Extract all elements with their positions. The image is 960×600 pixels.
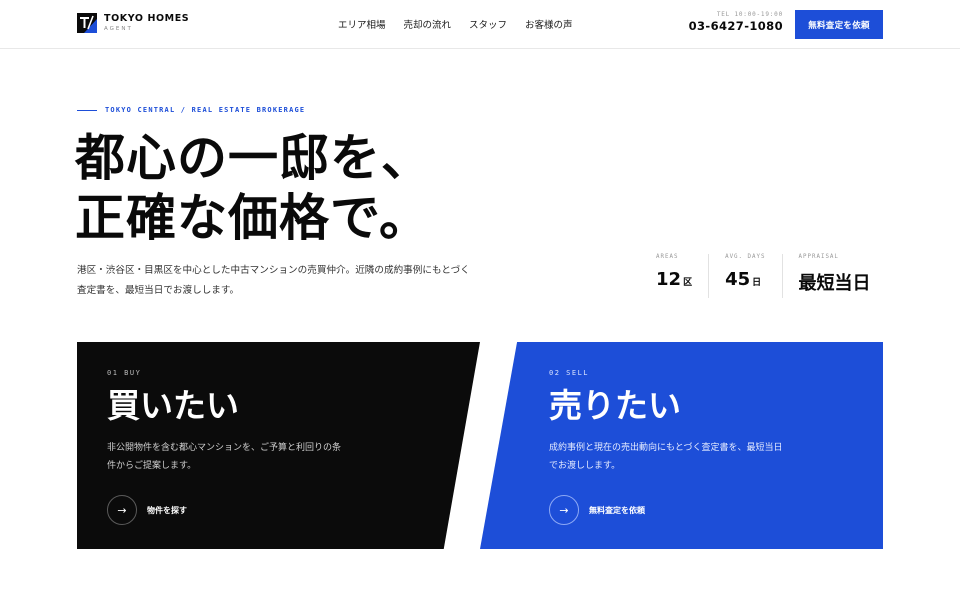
brand-sub: AGENT	[104, 25, 133, 32]
card-title: 買いたい	[107, 386, 239, 425]
nav-item-testimonials[interactable]: お客様の声	[525, 17, 573, 31]
stat-label: APPRAISAL	[798, 254, 839, 260]
hero-title: 都心の一邸を、 正確な価格で。	[75, 128, 432, 248]
tel-hours: TEL 10:00-19:00	[716, 11, 783, 18]
card-title: 売りたい	[549, 386, 681, 425]
stat-appraisal: APPRAISAL 最短当日	[781, 254, 887, 298]
service-cards: 01 BUY 買いたい 非公開物件を含む都心マンションを、ご予算と利回りの条件か…	[77, 342, 883, 549]
stat-areas: AREAS 12 区	[640, 254, 708, 298]
tel-number[interactable]: 03-6427-1080	[689, 20, 783, 33]
card-number: 01 BUY	[107, 369, 142, 377]
stat-value: 45 日	[725, 269, 762, 290]
card-description: 成約事例と現在の売出動向にもとづく査定書を、最短当日でお渡しします。	[549, 443, 783, 471]
eyebrow-line	[77, 109, 97, 111]
buy-card[interactable]: 01 BUY 買いたい 非公開物件を含む都心マンションを、ご予算と利回りの条件か…	[77, 342, 480, 549]
stat-label: AREAS	[656, 254, 679, 260]
hero-title-line-1: 都心の一邸を、	[75, 129, 432, 187]
arrow-right-icon[interactable]: →	[549, 495, 579, 525]
stat-value: 最短当日	[798, 273, 871, 294]
hero-description: 港区・渋谷区・目黒区を中心とした中古マンションの売買仲介。近隣の成約事例にもとづ…	[77, 265, 470, 296]
stat-unit: 日	[752, 278, 762, 288]
main-nav: エリア相場 売却の流れ スタッフ お客様の声	[338, 17, 573, 31]
hero-title-line-2: 正確な価格で。	[75, 189, 430, 247]
nav-item-sale-flow[interactable]: 売却の流れ	[404, 17, 452, 31]
site-header: TOKYO HOMES AGENT エリア相場 売却の流れ スタッフ お客様の声…	[0, 0, 960, 49]
tel-block: TEL 10:00-19:00 03-6427-1080	[689, 12, 783, 33]
logo[interactable]: TOKYO HOMES AGENT	[77, 13, 189, 33]
nav-item-area-prices[interactable]: エリア相場	[338, 17, 386, 31]
eyebrow-text: TOKYO CENTRAL / REAL ESTATE BROKERAGE	[105, 106, 306, 114]
card-description: 非公開物件を含む都心マンションを、ご予算と利回りの条件からご提案します。	[107, 443, 342, 471]
stat-avg-days: AVG. DAYS 45 日	[708, 254, 781, 298]
brand-name: TOKYO HOMES	[104, 13, 190, 24]
arrow-right-icon[interactable]: →	[107, 495, 137, 525]
eyebrow: TOKYO CENTRAL / REAL ESTATE BROKERAGE	[77, 106, 305, 114]
stat-unit: 区	[683, 278, 693, 288]
card-number: 02 SELL	[549, 369, 590, 377]
nav-item-staff[interactable]: スタッフ	[469, 17, 507, 31]
card-link-label[interactable]: 物件を探す	[147, 505, 187, 516]
free-appraisal-button[interactable]: 無料査定を依頼	[795, 10, 883, 39]
stat-label: AVG. DAYS	[725, 254, 766, 260]
request-appraisal-link[interactable]: → 無料査定を依頼	[549, 495, 645, 525]
card-link-label[interactable]: 無料査定を依頼	[589, 505, 645, 516]
logo-mark-icon	[77, 13, 97, 33]
stats: AREAS 12 区 AVG. DAYS 45 日 APPRAISAL 最短当日	[640, 254, 887, 298]
search-properties-link[interactable]: → 物件を探す	[107, 495, 187, 525]
sell-card[interactable]: 02 SELL 売りたい 成約事例と現在の売出動向にもとづく査定書を、最短当日で…	[480, 342, 883, 549]
stat-value: 12 区	[656, 269, 693, 290]
